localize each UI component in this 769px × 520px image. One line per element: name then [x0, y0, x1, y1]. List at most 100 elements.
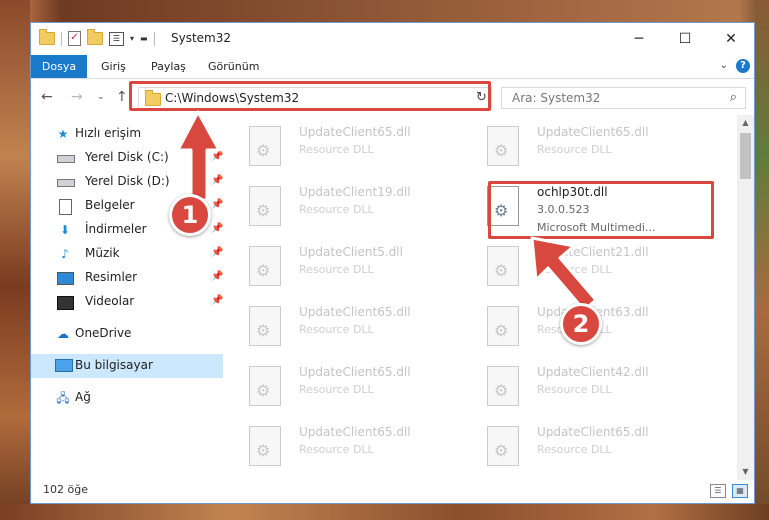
sidebar-item-network[interactable]: 🖧 Ağ	[31, 386, 223, 410]
file-name: UpdateClient5.dll	[299, 245, 403, 259]
status-bar: 102 öğe ☰ ▦	[31, 479, 754, 503]
file-item[interactable]: ⚙ UpdateClient21.dll Resource DLL	[461, 242, 687, 298]
dll-file-icon: ⚙	[487, 366, 519, 406]
divider	[61, 31, 62, 46]
sidebar-item-label: Yerel Disk (D:)	[85, 174, 170, 188]
sidebar-item-local-disk-d[interactable]: Yerel Disk (D:) 📌	[31, 170, 223, 194]
file-highlight-box	[488, 181, 714, 239]
ribbon-tabs: Dosya Giriş Paylaş Görünüm ⌄ ?	[31, 55, 754, 79]
tab-view[interactable]: Görünüm	[208, 55, 259, 78]
sidebar-item-label: Belgeler	[85, 198, 135, 212]
file-name: UpdateClient21.dll	[537, 245, 649, 259]
view-options-icon[interactable]: ☰	[109, 31, 124, 46]
tab-home[interactable]: Giriş	[101, 55, 126, 78]
scroll-down-icon[interactable]: ▼	[737, 464, 754, 480]
properties-check-icon[interactable]: ✓	[68, 31, 81, 46]
step-badge-1: 1	[169, 194, 211, 236]
explorer-window: ✓ ☰ ▾ ▬ System32 ─ ☐ ✕ Dosya Giriş Payla…	[30, 22, 755, 504]
background-rock-left	[0, 0, 30, 520]
divider	[153, 31, 155, 46]
dll-file-icon: ⚙	[249, 426, 281, 466]
file-description: Resource DLL	[537, 263, 612, 276]
window-title: System32	[171, 31, 232, 45]
file-item[interactable]: ⚙ UpdateClient65.dll Resource DLL	[223, 422, 449, 478]
maximize-button[interactable]: ☐	[662, 23, 708, 55]
sidebar-item-videos[interactable]: Videolar 📌	[31, 290, 223, 314]
file-item[interactable]: ⚙ UpdateClient65.dll Resource DLL	[461, 122, 687, 178]
recent-locations-icon[interactable]: ⌄	[97, 92, 105, 102]
customize-toolbar-icon[interactable]: ▬	[140, 34, 148, 43]
pin-icon[interactable]: 📌	[211, 271, 223, 282]
forward-arrow-icon[interactable]: →	[71, 89, 83, 105]
address-highlight-box	[129, 81, 491, 111]
file-name: UpdateClient19.dll	[299, 185, 411, 199]
file-name: UpdateClient65.dll	[299, 365, 411, 379]
sidebar-item-quick-access[interactable]: ★ Hızlı erişim	[31, 122, 223, 146]
new-folder-icon[interactable]	[87, 29, 103, 45]
file-item[interactable]: ⚙ UpdateClient42.dll Resource DLL	[461, 362, 687, 418]
pin-icon[interactable]: 📌	[211, 175, 223, 186]
file-item[interactable]: ⚙ UpdateClient19.dll Resource DLL	[223, 182, 449, 238]
pin-icon[interactable]: 📌	[211, 199, 223, 210]
search-input[interactable]: Ara: System32 ⌕	[501, 87, 746, 109]
tiles-view-icon[interactable]: ▦	[732, 484, 748, 498]
folder-icon	[39, 29, 55, 45]
file-description: Resource DLL	[537, 143, 612, 156]
computer-icon	[55, 359, 73, 373]
file-name: UpdateClient42.dll	[537, 365, 649, 379]
file-description: Resource DLL	[299, 263, 374, 276]
sidebar-item-label: İndirmeler	[85, 222, 147, 236]
background-rock-bottom	[0, 504, 769, 520]
back-arrow-icon[interactable]: ←	[41, 89, 53, 105]
file-name: UpdateClient65.dll	[537, 125, 649, 139]
help-button[interactable]: ?	[736, 59, 750, 73]
tab-share[interactable]: Paylaş	[151, 55, 186, 78]
file-item[interactable]: ⚙ UpdateClient65.dll Resource DLL	[223, 362, 449, 418]
dll-file-icon: ⚙	[249, 306, 281, 346]
pin-icon[interactable]: 📌	[211, 223, 223, 234]
music-icon: ♪	[61, 247, 69, 261]
dll-file-icon: ⚙	[249, 186, 281, 226]
file-description: Resource DLL	[299, 143, 374, 156]
view-switcher: ☰ ▦	[710, 484, 748, 498]
navigation-pane: ★ Hızlı erişim Yerel Disk (C:) 📌 Yerel D…	[31, 118, 223, 480]
dll-file-icon: ⚙	[487, 126, 519, 166]
up-arrow-icon[interactable]: ↑	[116, 89, 128, 105]
search-icon[interactable]: ⌕	[730, 90, 737, 105]
sidebar-item-label: Hızlı erişim	[75, 126, 142, 140]
chevron-down-icon[interactable]: ▾	[130, 34, 134, 43]
dll-file-icon: ⚙	[487, 306, 519, 346]
sidebar-item-label: Müzik	[85, 246, 120, 260]
pin-icon[interactable]: 📌	[211, 151, 223, 162]
file-item[interactable]: ⚙ UpdateClient65.dll Resource DLL	[223, 302, 449, 358]
vertical-scrollbar[interactable]: ▲ ▼	[737, 115, 754, 480]
sidebar-item-local-disk-c[interactable]: Yerel Disk (C:) 📌	[31, 146, 223, 170]
drive-icon	[57, 175, 75, 189]
sidebar-item-this-pc[interactable]: Bu bilgisayar	[31, 354, 223, 378]
scroll-thumb[interactable]	[740, 133, 751, 179]
star-icon: ★	[57, 127, 69, 141]
sidebar-item-pictures[interactable]: Resimler 📌	[31, 266, 223, 290]
dll-file-icon: ⚙	[249, 246, 281, 286]
sidebar-item-label: OneDrive	[75, 326, 132, 340]
tab-file[interactable]: Dosya	[31, 55, 87, 78]
details-view-icon[interactable]: ☰	[710, 484, 726, 498]
sidebar-item-onedrive[interactable]: ☁ OneDrive	[31, 322, 223, 346]
file-description: Resource DLL	[299, 383, 374, 396]
pin-icon[interactable]: 📌	[211, 295, 223, 306]
dll-file-icon: ⚙	[487, 246, 519, 286]
file-list: ⚙ UpdateClient65.dll Resource DLL ⚙ Upda…	[223, 118, 741, 478]
pin-icon[interactable]: 📌	[211, 247, 223, 258]
file-item[interactable]: ⚙ UpdateClient65.dll Resource DLL	[223, 122, 449, 178]
file-name: UpdateClient65.dll	[299, 125, 411, 139]
file-item[interactable]: ⚙ UpdateClient65.dll Resource DLL	[461, 422, 687, 478]
sidebar-item-music[interactable]: ♪ Müzik 📌	[31, 242, 223, 266]
minimize-button[interactable]: ─	[616, 23, 662, 55]
network-icon: 🖧	[56, 391, 70, 405]
file-item[interactable]: ⚙ UpdateClient5.dll Resource DLL	[223, 242, 449, 298]
scroll-up-icon[interactable]: ▲	[737, 115, 754, 131]
close-button[interactable]: ✕	[708, 23, 754, 55]
dll-file-icon: ⚙	[249, 126, 281, 166]
expand-ribbon-icon[interactable]: ⌄	[720, 60, 728, 71]
pictures-icon	[57, 271, 74, 285]
